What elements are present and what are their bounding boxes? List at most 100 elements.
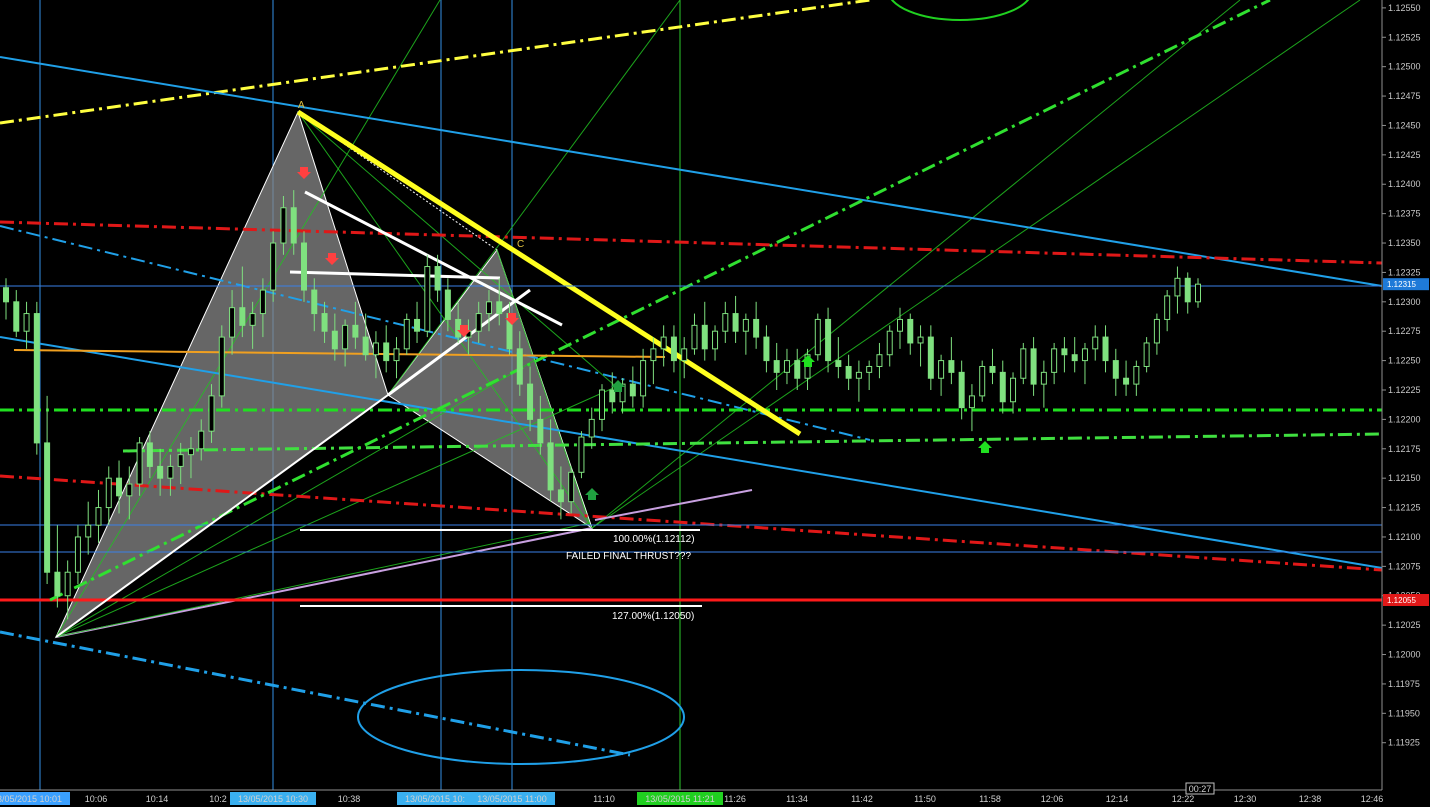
candle-body: [578, 436, 585, 473]
candle-body: [650, 348, 657, 362]
point-label-a: A: [298, 100, 305, 111]
level-price-tag-label: 1.12055: [1387, 596, 1416, 605]
time-label: 10:14: [146, 794, 169, 804]
candle: [403, 313, 410, 355]
candle-body: [95, 507, 102, 526]
candle-body: [958, 371, 965, 409]
fib-label-127: 127.00%(1.12050): [612, 611, 694, 622]
time-label: 13/05/2015 11:00: [477, 794, 546, 804]
candle-body: [1184, 277, 1191, 303]
candle-body: [845, 365, 852, 379]
candle-body: [1195, 283, 1201, 303]
price-tick-label: 1.12475: [1388, 91, 1421, 101]
candle-body: [773, 360, 780, 373]
candle-body: [516, 348, 523, 385]
candle-body: [722, 313, 729, 332]
time-label: 13/05/2015 10:01: [0, 794, 62, 804]
candle-body: [280, 207, 287, 244]
candle-body: [742, 318, 749, 332]
candle-body: [927, 336, 934, 379]
time-label: 11:26: [724, 794, 746, 804]
price-tick-label: 1.12525: [1388, 32, 1421, 42]
price-tick-label: 1.12450: [1388, 120, 1421, 130]
candle-body: [290, 207, 297, 244]
price-chart[interactable]: A C 100.00%(1.12112) 127.00%(1.12050) FAILED…: [0, 0, 1430, 807]
candle-body: [116, 477, 123, 497]
candle-body: [311, 289, 318, 315]
candle-body: [23, 313, 30, 332]
candle-body: [393, 348, 400, 362]
candle-body: [239, 307, 246, 326]
price-tick-label: 1.12425: [1388, 150, 1421, 160]
candle-body: [33, 313, 40, 444]
candle-body: [670, 336, 677, 362]
candle-body: [74, 536, 81, 573]
price-tick-label: 1.12550: [1388, 3, 1421, 13]
candle-body: [424, 266, 431, 332]
candle-body: [1061, 348, 1068, 356]
time-label: 11:10: [593, 794, 615, 804]
candle-body: [917, 336, 924, 344]
price-tick-label: 1.11975: [1388, 679, 1420, 689]
candle-body: [938, 360, 945, 379]
candle-body: [44, 442, 51, 573]
candle-body: [537, 418, 544, 444]
candle-body: [198, 430, 205, 450]
time-label: 11:58: [979, 794, 1001, 804]
price-tick-label: 1.12275: [1388, 326, 1421, 336]
candle-body: [907, 318, 914, 344]
candle-body: [342, 324, 349, 350]
candle-body: [999, 371, 1006, 403]
candle-body: [403, 318, 410, 350]
price-tick-label: 1.12100: [1388, 532, 1421, 542]
candle: [979, 360, 986, 402]
price-tick-label: 1.12175: [1388, 444, 1421, 454]
time-label: 12:14: [1106, 794, 1129, 804]
price-tick-label: 1.12250: [1388, 356, 1421, 366]
candle-body: [1092, 336, 1099, 350]
candle: [424, 254, 431, 338]
candle-body: [763, 336, 770, 362]
price-axis[interactable]: 1.12550 1.12525 1.12500 1.12475 1.12450 1.124…: [1381, 0, 1430, 807]
candle-body: [1040, 371, 1047, 385]
price-tick-label: 1.12400: [1388, 179, 1421, 189]
candle-body: [444, 289, 451, 320]
candle-body: [835, 360, 842, 367]
price-tick-label: 1.12325: [1388, 267, 1421, 277]
candle: [1020, 342, 1027, 385]
candle-body: [681, 348, 688, 362]
candle-body: [948, 360, 955, 373]
candle-body: [157, 465, 164, 479]
time-label: 12:22: [1172, 794, 1195, 804]
candle-body: [660, 336, 667, 350]
candle-body: [259, 289, 266, 315]
time-label: 11:34: [786, 794, 808, 804]
candle: [218, 325, 225, 408]
candle-body: [691, 324, 698, 350]
fib-label-100: 100.00%(1.12112): [613, 534, 695, 545]
candle-body: [855, 371, 862, 379]
candle-body: [886, 330, 893, 356]
time-label: 13/05/2015 10:: [405, 794, 465, 804]
current-price-tag-label: 1.12315: [1387, 280, 1416, 289]
candle-body: [146, 442, 153, 467]
candle-body: [783, 360, 790, 373]
candle-body: [989, 365, 996, 373]
candle-body: [599, 389, 605, 420]
candle-body: [712, 330, 719, 350]
candle-body: [64, 571, 71, 597]
price-tick-label: 1.12350: [1388, 238, 1421, 248]
price-tick-label: 1.12000: [1388, 650, 1421, 660]
candle-body: [825, 318, 832, 362]
point-label-c: C: [517, 239, 524, 250]
candle-body: [455, 318, 462, 338]
candle: [33, 301, 40, 455]
candle-body: [218, 336, 225, 397]
price-tick-label: 1.12375: [1388, 209, 1421, 219]
candle-body: [475, 313, 482, 332]
candle-body: [527, 383, 534, 420]
candle-body: [13, 301, 20, 332]
candle-body: [1164, 295, 1171, 320]
candle-body: [547, 442, 554, 491]
candle-body: [1071, 354, 1078, 362]
